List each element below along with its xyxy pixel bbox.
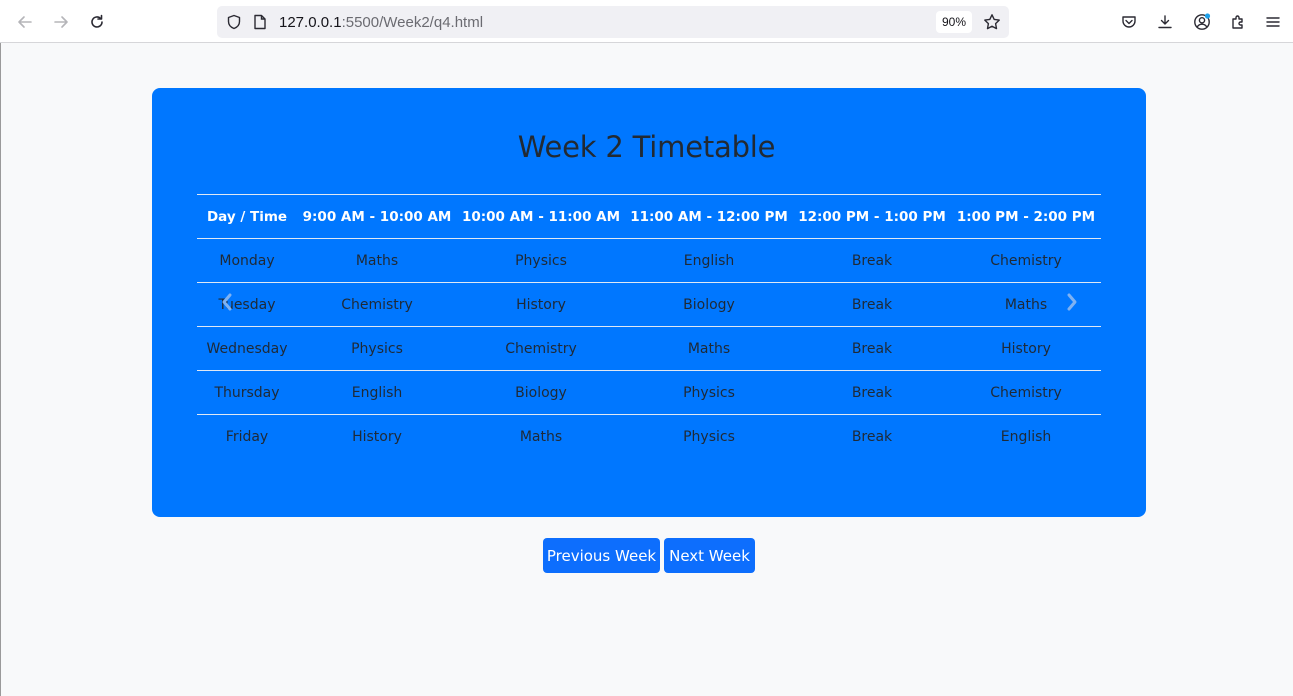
subject-cell: History (951, 326, 1101, 371)
header-slot-3: 11:00 AM - 12:00 PM (625, 194, 793, 239)
download-icon[interactable] (1151, 8, 1179, 36)
subject-cell: History (297, 414, 457, 459)
subject-cell: Chemistry (457, 326, 625, 371)
timetable: Day / Time 9:00 AM - 10:00 AM 10:00 AM -… (197, 194, 1101, 459)
browser-toolbar: 127.0.0.1:5500/Week2/q4.html 90% (0, 0, 1293, 43)
previous-week-button[interactable]: Previous Week (543, 538, 660, 573)
url-host: 127.0.0.1 (279, 13, 342, 31)
subject-cell: Biology (457, 370, 625, 415)
table-row: Wednesday Physics Chemistry Maths Break … (197, 326, 1101, 371)
day-cell: Thursday (197, 370, 297, 415)
reload-icon[interactable] (83, 8, 111, 36)
carousel-prev-icon[interactable] (215, 290, 239, 314)
subject-cell: Biology (625, 282, 793, 327)
day-cell: Friday (197, 414, 297, 459)
subject-cell: Physics (625, 370, 793, 415)
back-arrow-icon[interactable] (11, 8, 39, 36)
table-row: Thursday English Biology Physics Break C… (197, 370, 1101, 415)
subject-cell: Chemistry (951, 238, 1101, 283)
subject-cell: Maths (625, 326, 793, 371)
header-day-time: Day / Time (197, 194, 297, 239)
subject-cell: English (297, 370, 457, 415)
bookmark-star-icon[interactable] (983, 13, 1001, 36)
day-cell: Wednesday (197, 326, 297, 371)
header-slot-4: 12:00 PM - 1:00 PM (793, 194, 951, 239)
shield-icon[interactable] (226, 14, 242, 35)
subject-cell: English (951, 414, 1101, 459)
extensions-icon[interactable] (1224, 8, 1252, 36)
subject-cell: Physics (457, 238, 625, 283)
table-row: Tuesday Chemistry History Biology Break … (197, 282, 1101, 327)
header-slot-1: 9:00 AM - 10:00 AM (297, 194, 457, 239)
subject-cell: Physics (625, 414, 793, 459)
page-icon (253, 14, 267, 35)
subject-cell: Break (793, 414, 951, 459)
day-cell: Monday (197, 238, 297, 283)
subject-cell: Break (793, 282, 951, 327)
table-row: Monday Maths Physics English Break Chemi… (197, 238, 1101, 283)
pocket-icon[interactable] (1115, 8, 1143, 36)
subject-cell: Chemistry (297, 282, 457, 327)
carousel-next-icon[interactable] (1060, 290, 1084, 314)
forward-arrow-icon[interactable] (47, 8, 75, 36)
subject-cell: English (625, 238, 793, 283)
url-path: :5500/Week2/q4.html (341, 13, 484, 31)
subject-cell: Physics (297, 326, 457, 371)
subject-cell: Break (793, 326, 951, 371)
zoom-level[interactable]: 90% (936, 11, 973, 33)
page-title: Week 2 Timetable (517, 130, 776, 164)
next-week-button[interactable]: Next Week (664, 538, 755, 573)
url-text[interactable]: 127.0.0.1:5500/Week2/q4.html (279, 14, 483, 31)
subject-cell: Break (793, 238, 951, 283)
url-bar[interactable]: 127.0.0.1:5500/Week2/q4.html 90% (217, 6, 1009, 38)
subject-cell: Break (793, 370, 951, 415)
header-slot-2: 10:00 AM - 11:00 AM (457, 194, 625, 239)
subject-cell: Chemistry (951, 370, 1101, 415)
subject-cell: History (457, 282, 625, 327)
table-header-row: Day / Time 9:00 AM - 10:00 AM 10:00 AM -… (197, 194, 1101, 239)
menu-icon[interactable] (1259, 8, 1287, 36)
table-row: Friday History Maths Physics Break Engli… (197, 414, 1101, 459)
subject-cell: Maths (457, 414, 625, 459)
header-slot-5: 1:00 PM - 2:00 PM (951, 194, 1101, 239)
subject-cell: Maths (297, 238, 457, 283)
day-cell: Tuesday (197, 282, 297, 327)
account-icon[interactable] (1188, 8, 1216, 36)
